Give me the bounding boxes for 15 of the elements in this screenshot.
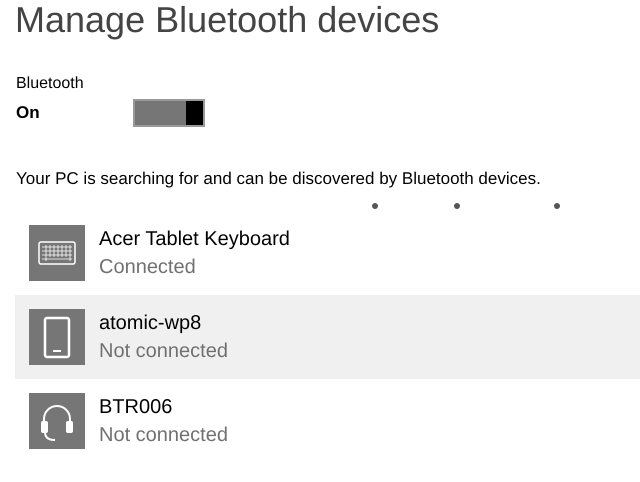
device-status: Not connected [99, 423, 228, 448]
device-status: Connected [99, 255, 197, 280]
device-item[interactable]: atomic-wp8 Not connected [15, 295, 640, 379]
keyboard-icon [38, 241, 76, 265]
phone-icon [44, 316, 70, 358]
bluetooth-toggle[interactable] [133, 99, 205, 127]
device-name: atomic-wp8 [99, 311, 202, 336]
search-status: Your PC is searching for and can be discovered by Bluetooth devices. [16, 168, 541, 190]
toggle-state: On [16, 102, 41, 124]
device-name: Acer Tablet Keyboard [99, 227, 290, 252]
setting-label: Bluetooth [16, 74, 84, 94]
headset-icon [41, 405, 73, 441]
device-name: BTR006 [99, 395, 174, 420]
device-status: Not connected [99, 339, 228, 364]
page-title: Manage Bluetooth devices [15, 0, 440, 42]
